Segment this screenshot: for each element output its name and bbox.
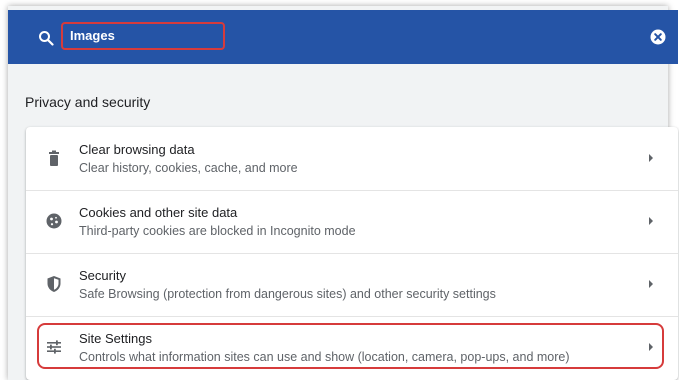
- security-row[interactable]: Security Safe Browsing (protection from …: [26, 253, 678, 317]
- trash-icon: [49, 150, 59, 166]
- security-description: Safe Browsing (protection from dangerous…: [79, 287, 496, 301]
- cookies-description: Third-party cookies are blocked in Incog…: [79, 224, 356, 238]
- chevron-right-icon: [649, 217, 653, 225]
- cookies-row[interactable]: Cookies and other site data Third-party …: [26, 190, 678, 254]
- clear-browsing-data-title: Clear browsing data: [79, 142, 195, 157]
- cookies-title: Cookies and other site data: [79, 205, 238, 220]
- security-title: Security: [79, 268, 126, 283]
- clear-search-icon[interactable]: [650, 29, 666, 45]
- chevron-right-icon: [649, 154, 653, 162]
- search-icon[interactable]: [38, 30, 54, 46]
- chevron-right-icon: [649, 280, 653, 288]
- clear-browsing-data-row[interactable]: Clear browsing data Clear history, cooki…: [26, 127, 678, 191]
- search-input-value: Images: [70, 28, 115, 43]
- section-title: Privacy and security: [25, 94, 151, 110]
- site-settings-highlight: [37, 323, 664, 369]
- cookie-icon: [46, 213, 62, 229]
- clear-browsing-data-description: Clear history, cookies, cache, and more: [79, 161, 298, 175]
- shield-icon: [47, 276, 61, 292]
